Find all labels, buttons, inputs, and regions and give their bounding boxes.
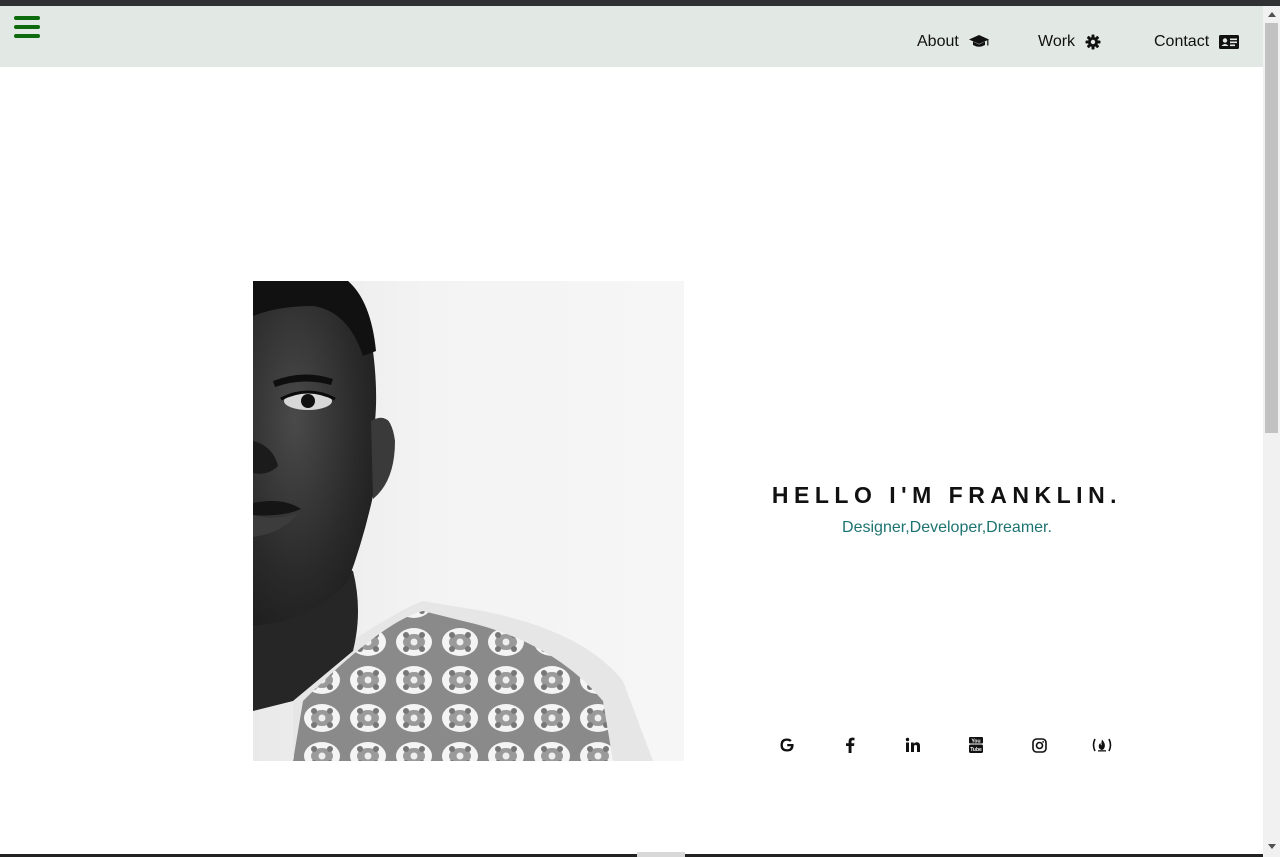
nav-link-work[interactable]: Work xyxy=(1038,32,1101,52)
svg-text:Tube: Tube xyxy=(970,747,982,753)
svg-text:You: You xyxy=(971,738,980,744)
facebook-icon[interactable] xyxy=(840,735,860,755)
portrait-photo xyxy=(253,281,684,761)
graduation-cap-icon xyxy=(968,35,989,47)
nav-link-about[interactable]: About xyxy=(917,32,989,52)
instagram-icon[interactable] xyxy=(1029,735,1049,755)
hero-title: HELLO I'M FRANKLIN. xyxy=(771,482,1123,508)
menu-bar xyxy=(14,25,40,29)
scroll-up-arrow-icon[interactable] xyxy=(1263,6,1280,23)
freecodecamp-icon[interactable] xyxy=(1090,735,1114,755)
gear-icon xyxy=(1085,34,1101,50)
scrollbar-thumb[interactable] xyxy=(1265,23,1278,433)
portrait-illustration xyxy=(253,281,653,761)
youtube-icon[interactable]: You Tube xyxy=(966,735,986,755)
hamburger-menu-icon[interactable] xyxy=(14,16,40,38)
top-navbar: About Work Contact xyxy=(0,6,1263,67)
scroll-down-arrow-icon[interactable] xyxy=(1263,838,1280,855)
nav-link-contact[interactable]: Contact xyxy=(1154,32,1240,52)
menu-bar xyxy=(14,34,40,38)
nav-link-label: About xyxy=(917,33,959,50)
id-card-icon xyxy=(1219,35,1240,49)
linkedin-icon[interactable] xyxy=(903,735,923,755)
vertical-scrollbar[interactable] xyxy=(1263,6,1280,857)
nav-link-label: Work xyxy=(1038,33,1076,50)
google-icon[interactable] xyxy=(777,735,797,755)
nav-link-label: Contact xyxy=(1154,33,1210,50)
horizontal-scroll-indicator xyxy=(637,852,685,857)
menu-bar xyxy=(14,16,40,20)
hero-subtitle: Designer,Developer,Dreamer. xyxy=(842,519,1052,536)
